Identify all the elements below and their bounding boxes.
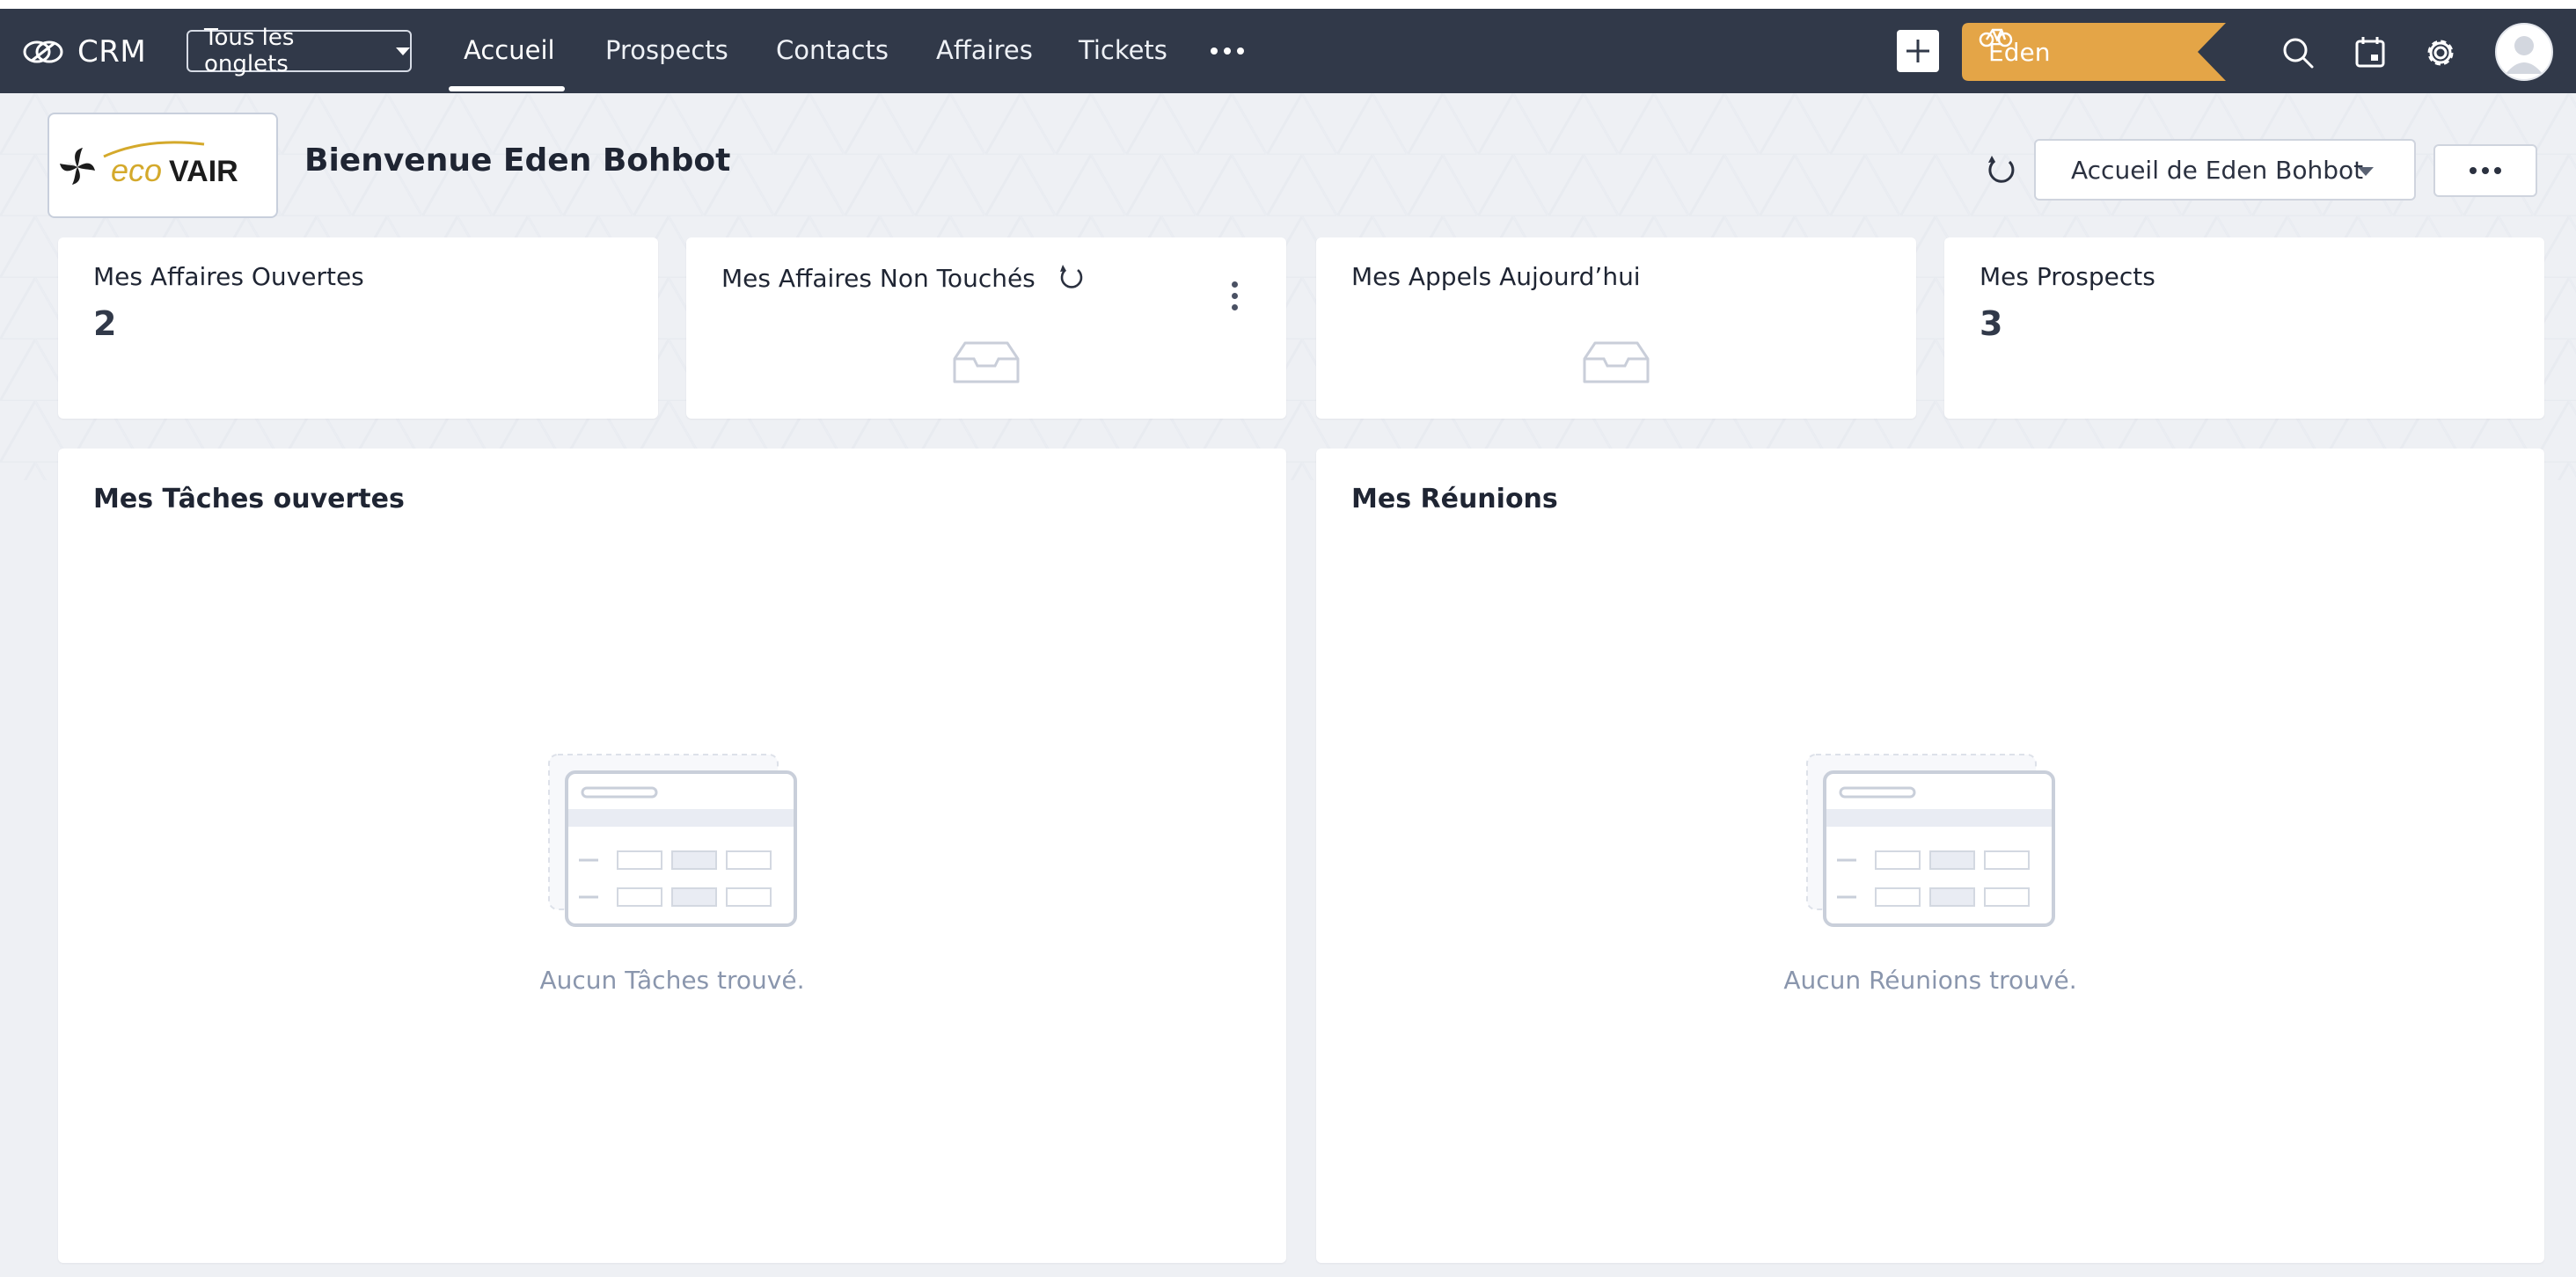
- kpi-card-prospects[interactable]: Mes Prospects 3: [1944, 237, 2544, 419]
- top-navbar: CRM Tous les onglets Accueil Prospects C…: [0, 9, 2576, 93]
- home-view-dropdown[interactable]: Accueil de Eden Bohbot: [2034, 139, 2416, 201]
- brand-label: CRM: [77, 34, 147, 69]
- tab-accueil[interactable]: Accueil: [464, 28, 555, 72]
- kpi-value[interactable]: 2: [93, 304, 116, 343]
- logo-wordmark-eco: eco: [111, 152, 162, 188]
- user-avatar-icon: [2506, 36, 2543, 74]
- kpi-title: Mes Prospects: [1980, 262, 2155, 291]
- chevron-down-icon: [2358, 167, 2374, 176]
- crm-brand[interactable]: CRM: [21, 32, 146, 72]
- window-top-strip: [0, 0, 2576, 9]
- home-view-label: Accueil de Eden Bohbot: [2071, 155, 2364, 185]
- page-title: Bienvenue Eden Bohbot: [304, 142, 731, 179]
- kpi-title: Mes Affaires Ouvertes: [93, 262, 364, 291]
- panel-open-tasks: Mes Tâches ouvertes Aucun Tâches trouvé.: [58, 449, 1286, 1263]
- create-new-button[interactable]: [1897, 30, 1939, 72]
- refresh-icon[interactable]: [1983, 151, 2020, 188]
- panel-meetings: Mes Réunions Aucun Réunions trouvé.: [1316, 449, 2544, 1263]
- all-tabs-label: Tous les onglets: [204, 25, 295, 77]
- chevron-down-icon: [396, 47, 410, 55]
- empty-table-icon: [1806, 754, 2055, 927]
- active-tab-indicator: [449, 86, 565, 91]
- all-tabs-dropdown[interactable]: Tous les onglets: [187, 25, 412, 77]
- empty-state-text: Aucun Tâches trouvé.: [539, 966, 805, 995]
- kpi-value[interactable]: 3: [1980, 304, 2002, 343]
- empty-tray-icon: [953, 341, 1020, 383]
- kpi-card-calls-today[interactable]: Mes Appels Aujourd’hui: [1316, 237, 1916, 419]
- refresh-icon[interactable]: [1056, 262, 1086, 292]
- kpi-title-label: Mes Affaires Non Touchés: [721, 264, 1036, 293]
- more-options-button[interactable]: [2433, 144, 2537, 197]
- gear-icon[interactable]: [2421, 33, 2460, 72]
- more-tabs-icon[interactable]: [1211, 47, 1244, 55]
- kpi-card-open-deals[interactable]: Mes Affaires Ouvertes 2: [58, 237, 658, 419]
- kpi-title: Mes Appels Aujourd’hui: [1351, 262, 1641, 291]
- company-logo[interactable]: eco VAIR: [48, 113, 278, 218]
- tab-prospects[interactable]: Prospects: [605, 28, 728, 72]
- logo-wordmark-vair: VAIR: [169, 155, 238, 188]
- calendar-icon[interactable]: [2351, 33, 2389, 72]
- kpi-card-untouched-deals[interactable]: Mes Affaires Non Touchés: [686, 237, 1286, 419]
- tab-contacts[interactable]: Contacts: [776, 28, 889, 72]
- tab-affaires[interactable]: Affaires: [936, 28, 1033, 72]
- plus-icon: [1906, 40, 1929, 62]
- bicycle-icon: [1979, 28, 2013, 47]
- avatar[interactable]: [2495, 23, 2553, 81]
- search-icon[interactable]: [2279, 33, 2317, 72]
- empty-table-icon: [548, 754, 797, 927]
- empty-state-text: Aucun Réunions trouvé.: [1783, 966, 2077, 995]
- kpi-title: Mes Affaires Non Touchés: [721, 262, 1086, 293]
- ecovair-logo-icon: eco VAIR: [60, 141, 238, 188]
- panel-title: Mes Tâches ouvertes: [93, 484, 405, 514]
- tab-tickets[interactable]: Tickets: [1079, 28, 1167, 72]
- crm-logo-icon: [23, 40, 63, 63]
- user-ribbon-badge[interactable]: Eden: [1962, 23, 2226, 81]
- panel-title: Mes Réunions: [1351, 484, 1558, 514]
- empty-tray-icon: [1583, 341, 1650, 383]
- kebab-menu-icon[interactable]: [1232, 281, 1238, 310]
